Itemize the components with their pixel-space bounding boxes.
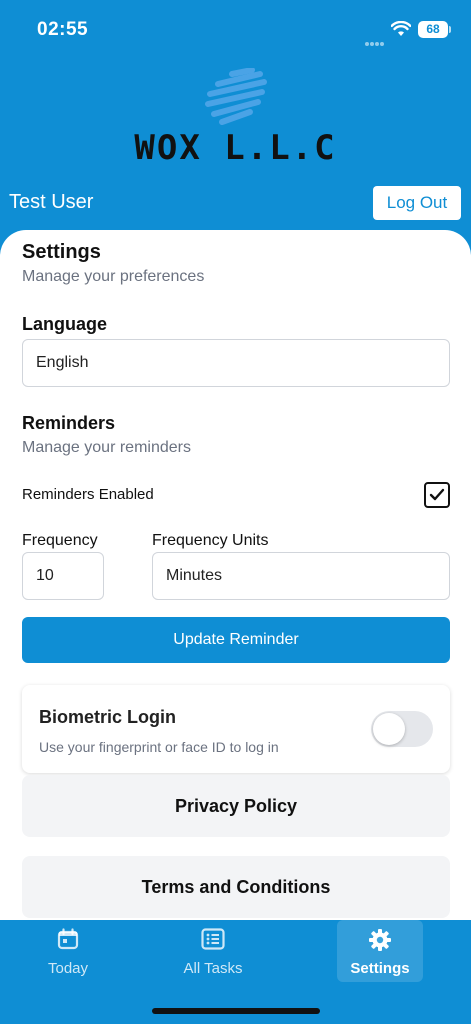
frequency-value: 10 bbox=[36, 567, 54, 584]
frequency-units-value: Minutes bbox=[166, 567, 223, 584]
tab-today-label: Today bbox=[47, 960, 89, 977]
terms-and-conditions-button[interactable]: Terms and Conditions bbox=[22, 856, 450, 918]
privacy-policy-button[interactable]: Privacy Policy bbox=[22, 775, 450, 837]
frequency-input[interactable]: 10 bbox=[22, 552, 104, 600]
reminders-enabled-label: Reminders Enabled bbox=[22, 486, 154, 503]
frequency-label: Frequency bbox=[22, 532, 98, 549]
frequency-units-select[interactable]: Minutes bbox=[152, 552, 450, 600]
biometric-title: Biometric Login bbox=[39, 707, 177, 727]
reminders-subtitle: Manage your reminders bbox=[22, 439, 191, 456]
status-bar: 02:55 68 bbox=[0, 0, 471, 60]
page-subtitle: Manage your preferences bbox=[22, 268, 205, 285]
logout-button[interactable]: Log Out bbox=[373, 186, 461, 220]
calendar-icon bbox=[25, 928, 111, 950]
language-value: English bbox=[36, 354, 89, 371]
home-indicator bbox=[152, 1008, 320, 1014]
wifi-icon bbox=[390, 20, 412, 42]
list-icon bbox=[170, 928, 256, 950]
toggle-knob bbox=[373, 713, 405, 745]
tab-all-tasks[interactable]: All Tasks bbox=[170, 920, 256, 982]
reminders-enabled-checkbox[interactable] bbox=[424, 482, 450, 508]
logo-scribble-icon bbox=[200, 67, 272, 135]
biometric-toggle[interactable] bbox=[371, 711, 433, 747]
language-select[interactable]: English bbox=[22, 339, 450, 387]
user-name: Test User bbox=[9, 191, 94, 213]
status-time: 02:55 bbox=[37, 19, 89, 40]
tab-settings-label: Settings bbox=[350, 960, 410, 977]
battery-tip bbox=[449, 26, 451, 33]
settings-card: Settings Manage your preferences Languag… bbox=[0, 230, 471, 920]
gear-icon bbox=[337, 928, 423, 952]
cellular-signal-icon bbox=[365, 33, 385, 51]
update-reminder-button[interactable]: Update Reminder bbox=[22, 617, 450, 663]
logo-text: WOX L.L.C bbox=[134, 128, 337, 168]
page-title: Settings bbox=[22, 241, 101, 263]
battery-icon: 68 bbox=[418, 21, 448, 38]
tab-all-tasks-label: All Tasks bbox=[183, 960, 243, 977]
reminders-title: Reminders bbox=[22, 413, 116, 433]
tab-today[interactable]: Today bbox=[25, 920, 111, 982]
frequency-units-label: Frequency Units bbox=[152, 532, 269, 549]
biometric-login-card: Biometric Login Use your fingerprint or … bbox=[22, 685, 450, 773]
language-label: Language bbox=[22, 314, 108, 334]
checkmark-icon bbox=[429, 488, 445, 501]
biometric-description: Use your fingerprint or face ID to log i… bbox=[39, 739, 279, 755]
tab-settings[interactable]: Settings bbox=[337, 920, 423, 982]
